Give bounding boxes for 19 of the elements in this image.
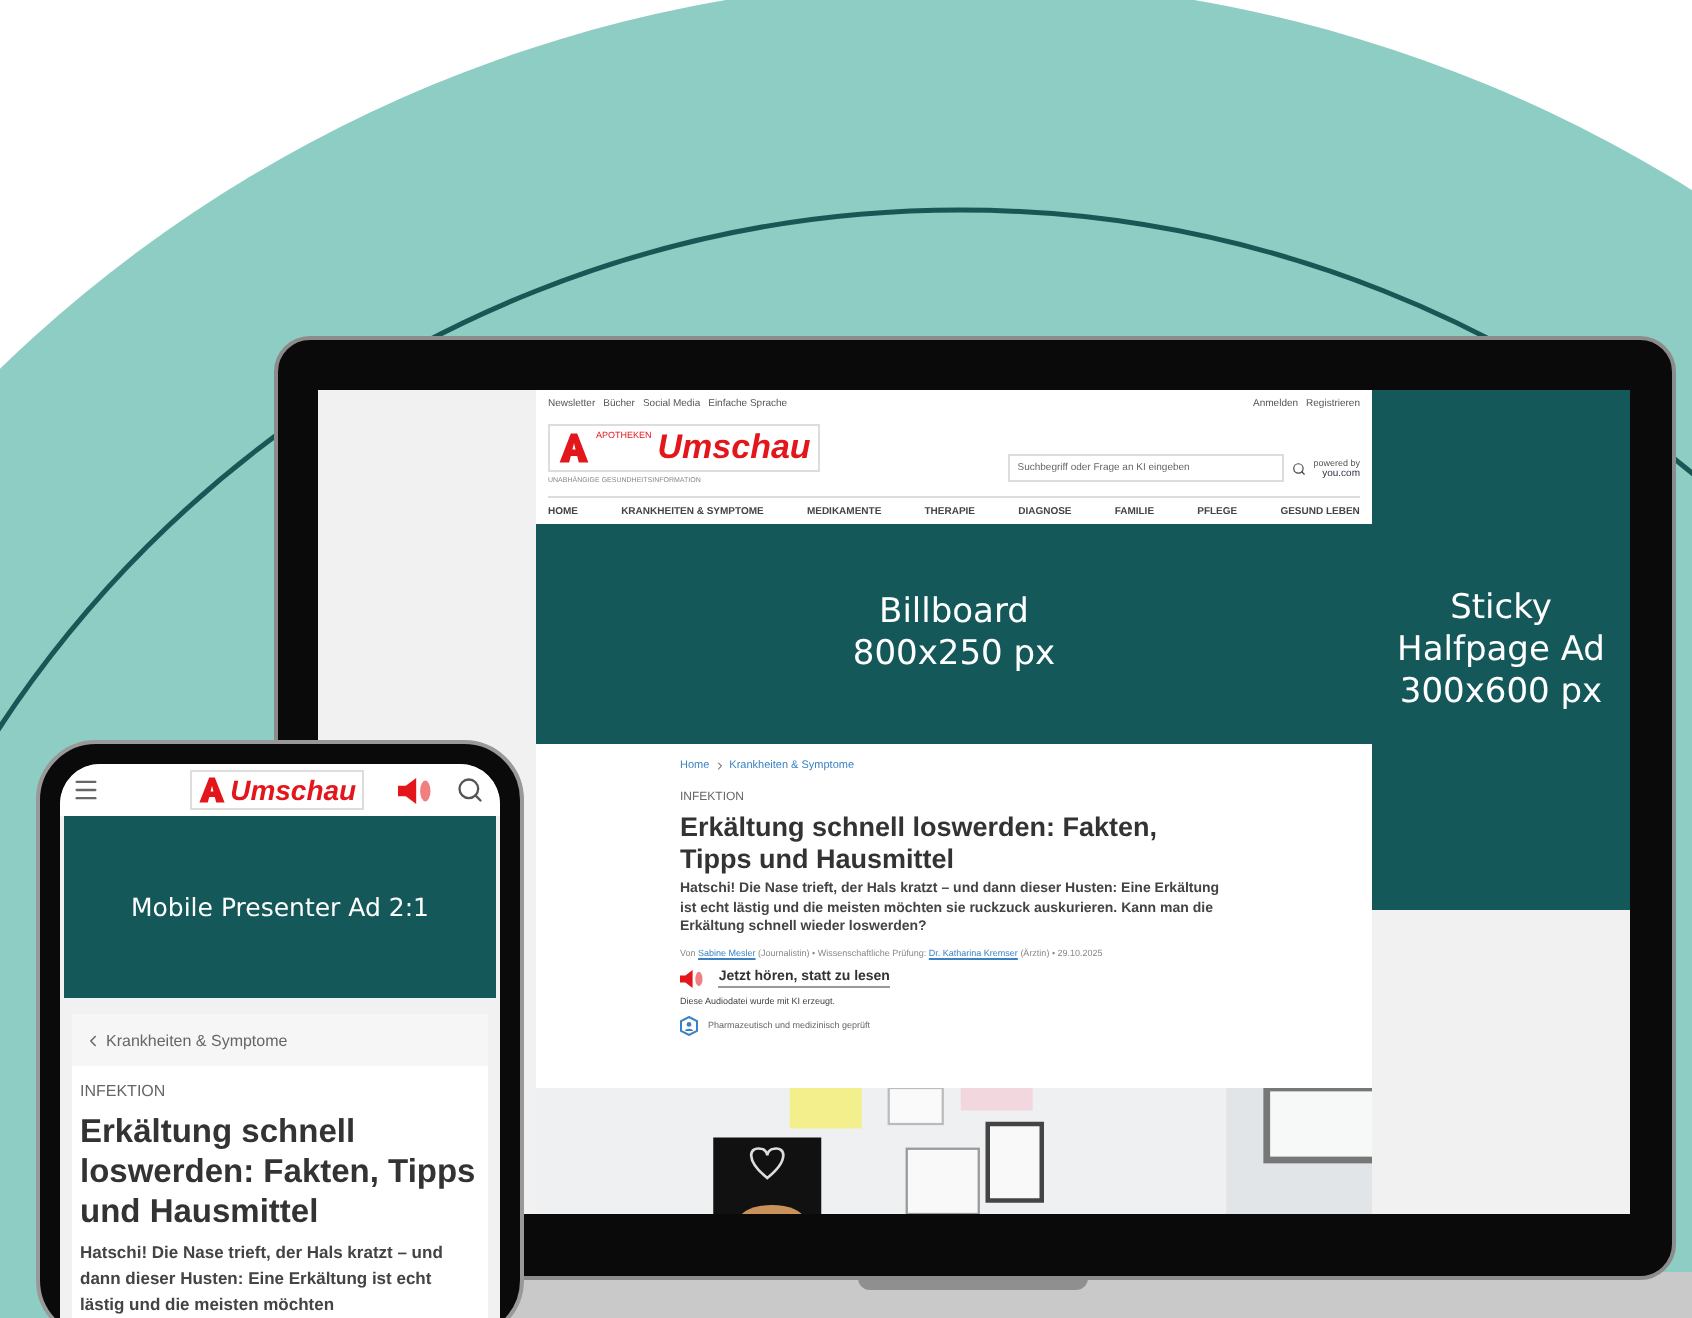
logo-wordmark: Umschau [230,774,357,806]
article-category: INFEKTION [80,1082,168,1100]
shield-badge-icon [680,1015,698,1035]
site-logo[interactable]: Umschau [190,770,365,810]
mobile-ad: Mobile Presenter Ad 2:1 [64,816,496,998]
article-title: Erkältung schnell loswerden: Fakten, Tipps und Hausmittel [80,1112,478,1232]
article-lead: Hatschi! Die Nase trieft, der Hals kratzt – und dann dieser Husten: Eine Erkältung ist echt lästig und die meisten möchten [80,1240,445,1318]
billboard-ad: Billboard 800x250 px [536,524,1372,744]
sticky-ad: Sticky Halfpage Ad 300x600 px [1372,390,1630,910]
menu-icon[interactable] [72,776,100,804]
back-link[interactable]: Krankheiten & Symptome [72,1014,488,1066]
logo-wordmark: Umschau [657,430,811,466]
search-icon[interactable] [455,776,484,804]
pharmacy-logo-icon [558,432,590,464]
search-icon[interactable] [1291,461,1306,475]
article-title: Erkältung schnell loswerden: Fakten, Tipps und Hausmittel [680,812,1160,876]
chevron-icon [713,760,726,772]
pharmacy-logo-icon [198,776,227,804]
chevron-icon [84,1031,102,1049]
